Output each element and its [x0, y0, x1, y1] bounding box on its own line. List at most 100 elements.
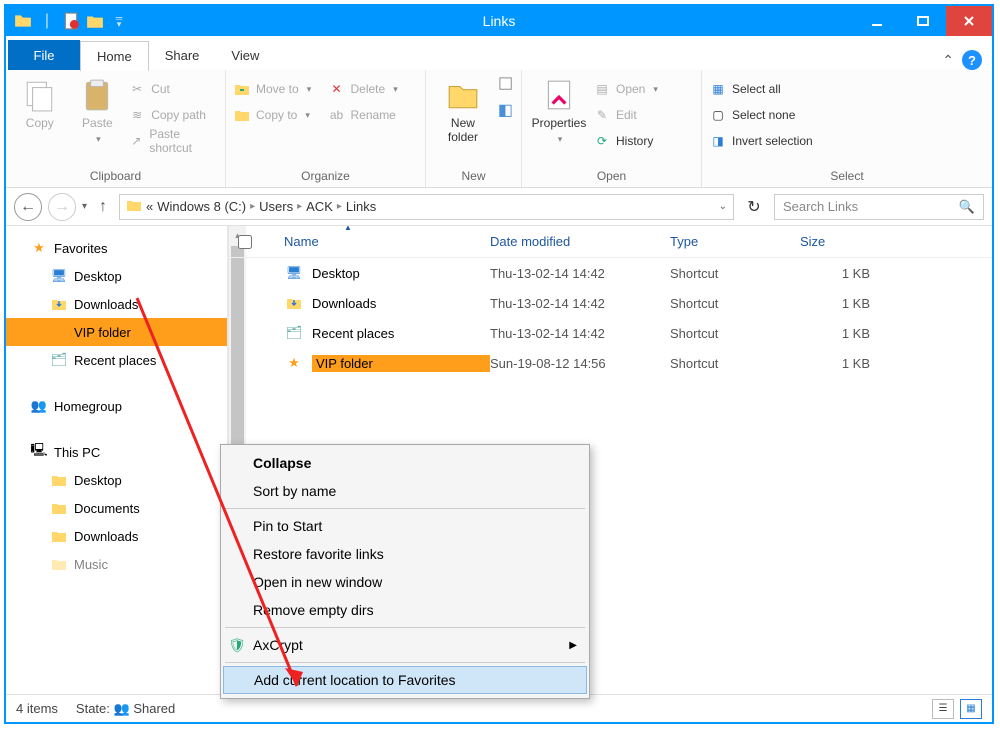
ctx-pin-to-start[interactable]: Pin to Start [223, 512, 587, 540]
view-tab[interactable]: View [215, 40, 275, 70]
select-all-button[interactable]: ▦Select all [710, 78, 813, 100]
file-size: 1 KB [800, 356, 900, 371]
cut-button[interactable]: ✂Cut [129, 78, 217, 100]
shared-icon: 👥 [114, 701, 130, 716]
copy-to-button[interactable]: Copy to▾ [234, 104, 323, 126]
select-none-icon: ▢ [710, 107, 726, 123]
rename-icon: ab [329, 107, 345, 123]
new-doc-icon[interactable] [62, 12, 80, 30]
column-headers: Name Date modified Type Size [228, 226, 992, 258]
clipboard-label: Clipboard [14, 166, 217, 187]
sidebar-item-vip-folder[interactable]: ★VIP folder [6, 318, 227, 346]
forward-button[interactable]: → [48, 193, 76, 221]
open-button[interactable]: ▤Open▾ [594, 78, 658, 100]
copy-path-button[interactable]: ≋Copy path [129, 104, 217, 126]
delete-button[interactable]: ✕Delete▾ [329, 78, 418, 100]
rename-button[interactable]: abRename [329, 104, 418, 126]
file-date: Sun-19-08-12 14:56 [490, 356, 670, 371]
star-icon: ★ [30, 239, 48, 257]
ribbon-tabs: File Home Share View ⌃ ? [6, 36, 992, 70]
recent-icon: 🗂 [50, 351, 68, 369]
history-button[interactable]: ⟳History [594, 130, 658, 152]
select-none-button[interactable]: ▢Select none [710, 104, 813, 126]
titlebar: | ═▾ Links [6, 6, 992, 36]
search-box[interactable]: Search Links 🔍 [774, 194, 984, 220]
file-name: VIP folder [312, 355, 490, 372]
desktop-icon: 🖥 [50, 267, 68, 285]
sidebar-item-downloads[interactable]: Downloads [6, 290, 227, 318]
paste-button[interactable]: Paste ▾ [72, 74, 124, 145]
edit-button[interactable]: ✎Edit [594, 104, 658, 126]
ctx-remove-empty-dirs[interactable]: Remove empty dirs [223, 596, 587, 624]
file-size: 1 KB [800, 296, 900, 311]
icons-view-button[interactable]: ▦ [960, 699, 982, 719]
column-size[interactable]: Size [800, 234, 900, 249]
edit-icon: ✎ [594, 107, 610, 123]
sidebar-item-homegroup[interactable]: 👥Homegroup [6, 392, 227, 420]
computer-icon: 🖳 [30, 443, 48, 461]
sidebar-item-desktop[interactable]: 🖥Desktop [6, 262, 227, 290]
easy-access-icon[interactable]: ◧ [498, 100, 513, 120]
home-tab[interactable]: Home [80, 41, 149, 71]
column-type[interactable]: Type [670, 234, 800, 249]
breadcrumb-drive[interactable]: Windows 8 (C:) [157, 199, 246, 214]
file-type: Shortcut [670, 356, 800, 371]
ctx-add-to-favorites[interactable]: Add current location to Favorites [223, 666, 587, 694]
ctx-sort-by-name[interactable]: Sort by name [223, 477, 587, 505]
new-item-icon[interactable] [498, 76, 513, 96]
breadcrumb-folder[interactable]: Links [346, 199, 376, 214]
minimize-button[interactable] [854, 6, 900, 36]
ctx-open-new-window[interactable]: Open in new window [223, 568, 587, 596]
file-tab[interactable]: File [8, 40, 80, 70]
help-button[interactable]: ? [962, 50, 982, 70]
sidebar-pc-documents[interactable]: Documents [6, 494, 227, 522]
file-row[interactable]: DownloadsThu-13-02-14 14:42Shortcut1 KB [228, 288, 992, 318]
details-view-button[interactable]: ☰ [932, 699, 954, 719]
sidebar-pc-music[interactable]: Music [6, 550, 227, 578]
properties-button[interactable]: Properties▾ [530, 74, 588, 145]
back-button[interactable]: ← [14, 193, 42, 221]
window-buttons [854, 6, 992, 36]
file-type: Shortcut [670, 266, 800, 281]
copy-button[interactable]: Copy [14, 74, 66, 130]
sidebar-item-recent-places[interactable]: 🗂Recent places [6, 346, 227, 374]
breadcrumb-users[interactable]: Users [259, 199, 293, 214]
ctx-collapse[interactable]: Collapse [223, 449, 587, 477]
maximize-button[interactable] [900, 6, 946, 36]
history-dropdown-icon[interactable]: ▾ [82, 201, 87, 212]
move-to-button[interactable]: Move to▾ [234, 78, 323, 100]
file-row[interactable]: 🗂Recent placesThu-13-02-14 14:42Shortcut… [228, 318, 992, 348]
share-tab[interactable]: Share [149, 40, 216, 70]
ctx-restore-favorites[interactable]: Restore favorite links [223, 540, 587, 568]
invert-selection-button[interactable]: ◨Invert selection [710, 130, 813, 152]
collapse-ribbon-icon[interactable]: ⌃ [942, 52, 954, 69]
folder-icon [14, 12, 32, 30]
up-button[interactable]: ↑ [93, 198, 113, 216]
select-label: Select [710, 166, 984, 187]
qat-dropdown-icon[interactable]: ═▾ [110, 12, 128, 30]
refresh-button[interactable]: ↻ [740, 194, 768, 220]
folder-small-icon[interactable] [86, 12, 104, 30]
sidebar-pc-desktop[interactable]: Desktop [6, 466, 227, 494]
file-name: Desktop [312, 266, 490, 281]
sidebar-item-favorites[interactable]: ★Favorites [6, 234, 227, 262]
new-folder-button[interactable]: New folder [434, 74, 492, 144]
sidebar-pc-downloads[interactable]: Downloads [6, 522, 227, 550]
navigation-pane: ★Favorites 🖥Desktop Downloads ★VIP folde… [6, 226, 228, 694]
ctx-axcrypt[interactable]: 🛡AxCrypt▶ [223, 631, 587, 659]
breadcrumb-user[interactable]: ACK [306, 199, 333, 214]
address-bar[interactable]: « Windows 8 (C:)▸ Users▸ ACK▸ Links ⌄ [119, 194, 734, 220]
navigation-bar: ← → ▾ ↑ « Windows 8 (C:)▸ Users▸ ACK▸ Li… [6, 188, 992, 226]
folder-icon [50, 527, 68, 545]
select-all-checkbox[interactable] [238, 235, 252, 249]
column-name[interactable]: Name [284, 234, 490, 249]
close-button[interactable] [946, 6, 992, 36]
file-row[interactable]: ★VIP folderSun-19-08-12 14:56Shortcut1 K… [228, 348, 992, 378]
delete-icon: ✕ [329, 81, 345, 97]
sidebar-item-this-pc[interactable]: 🖳This PC [6, 438, 227, 466]
chevron-down-icon[interactable]: ⌄ [719, 201, 727, 212]
folder-icon [50, 471, 68, 489]
file-row[interactable]: 🖥DesktopThu-13-02-14 14:42Shortcut1 KB [228, 258, 992, 288]
column-date[interactable]: Date modified [490, 234, 670, 249]
paste-shortcut-button[interactable]: ↗Paste shortcut [129, 130, 217, 152]
